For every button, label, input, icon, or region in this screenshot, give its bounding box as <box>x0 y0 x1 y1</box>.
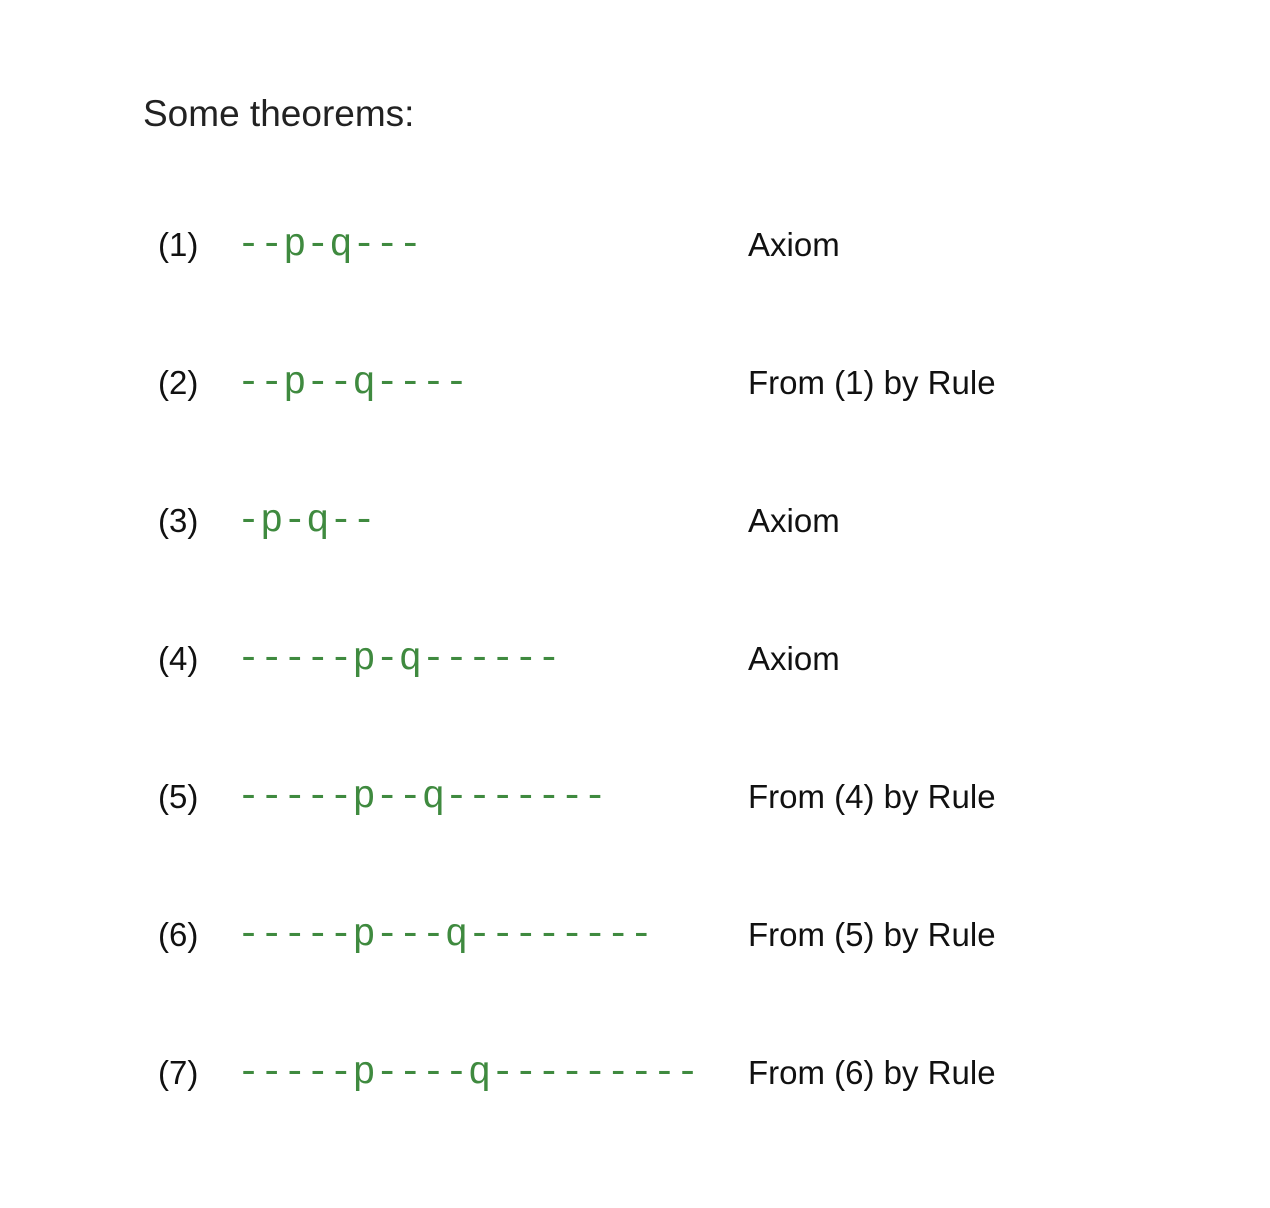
theorem-formula: -----p----q--------- <box>237 1051 700 1095</box>
theorem-number: (2) <box>158 364 199 401</box>
theorem-justification: Axiom <box>748 226 840 263</box>
theorem-justification: From (1) by Rule <box>748 364 996 401</box>
theorem-justification: Axiom <box>748 640 840 677</box>
theorem-justification: From (4) by Rule <box>748 778 996 815</box>
theorem-row: (3) -p-q-- Axiom <box>0 491 1270 551</box>
theorem-number: (6) <box>158 916 199 953</box>
theorem-formula: -----p--q------- <box>237 775 607 819</box>
theorem-row: (2) --p--q---- From (1) by Rule <box>0 353 1270 413</box>
theorem-list: (1) --p-q--- Axiom (2) --p--q---- From (… <box>0 0 1270 1208</box>
theorem-number: (3) <box>158 502 199 539</box>
theorem-justification: From (6) by Rule <box>748 1054 996 1091</box>
theorem-number: (5) <box>158 778 199 815</box>
theorem-row: (7) -----p----q--------- From (6) by Rul… <box>0 1043 1270 1103</box>
theorem-justification: Axiom <box>748 502 840 539</box>
theorem-row: (4) -----p-q------ Axiom <box>0 629 1270 689</box>
theorem-number: (1) <box>158 226 199 263</box>
document-page: Some theorems: (1) --p-q--- Axiom (2) --… <box>0 0 1270 1208</box>
theorem-number: (7) <box>158 1054 199 1091</box>
theorem-formula: -----p-q------ <box>237 637 561 681</box>
theorem-justification: From (5) by Rule <box>748 916 996 953</box>
theorem-row: (5) -----p--q------- From (4) by Rule <box>0 767 1270 827</box>
theorem-formula: --p-q--- <box>237 223 422 267</box>
theorem-formula: -p-q-- <box>237 499 376 543</box>
theorem-row: (1) --p-q--- Axiom <box>0 215 1270 275</box>
theorem-formula: -----p---q-------- <box>237 913 653 957</box>
theorem-formula: --p--q---- <box>237 361 469 405</box>
theorem-row: (6) -----p---q-------- From (5) by Rule <box>0 905 1270 965</box>
theorem-number: (4) <box>158 640 199 677</box>
